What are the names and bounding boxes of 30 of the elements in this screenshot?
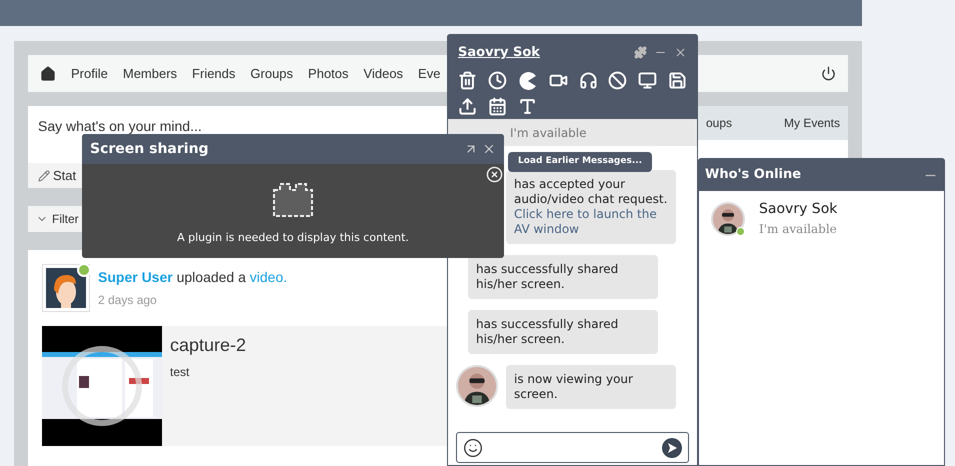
message-text: is now viewing your screen. <box>514 372 633 401</box>
status-input[interactable]: Say what's on your mind... <box>38 118 202 134</box>
tab[interactable]: My Events <box>784 114 840 132</box>
message-text: has successfully shared his/her screen. <box>476 317 618 346</box>
nav-link[interactable]: Members <box>122 64 178 84</box>
nav-link[interactable]: Friends <box>192 64 236 84</box>
nav-link[interactable]: Photos <box>308 64 349 84</box>
activity-text: uploaded a <box>176 269 246 285</box>
nav-link[interactable]: Eve <box>418 64 440 84</box>
timestamp: 2 days ago <box>98 292 158 309</box>
user-status: I'm available <box>759 221 838 238</box>
nav-link[interactable]: Profile <box>71 64 108 84</box>
user-name: Saovry Sok <box>759 200 838 219</box>
video-title[interactable]: capture-2 <box>170 332 246 359</box>
load-earlier-button[interactable]: Load Earlier Messages... <box>508 152 652 172</box>
nav-link[interactable]: Videos <box>364 64 404 84</box>
online-user[interactable]: Saovry Sok I'm available <box>699 191 944 238</box>
message-text: has successfully shared his/her screen. <box>476 262 618 291</box>
tab[interactable]: oups <box>706 114 732 132</box>
message-text: has accepted your audio/video chat request. <box>514 177 668 206</box>
chat-title[interactable]: Saovry Sok <box>458 43 634 62</box>
window-title: Screen sharing <box>90 140 210 158</box>
video-description: test <box>170 364 190 381</box>
status-action[interactable]: Stat <box>53 166 76 186</box>
chat-status: I'm available <box>510 124 587 142</box>
plugin-message: A plugin is needed to display this content. <box>177 230 409 246</box>
panel-title: Who's Online <box>705 166 802 184</box>
filter-label: Filter <box>52 211 79 228</box>
av-window-link[interactable]: Click here to launch the AV window <box>514 207 668 237</box>
nav-link[interactable]: Groups <box>250 64 294 84</box>
